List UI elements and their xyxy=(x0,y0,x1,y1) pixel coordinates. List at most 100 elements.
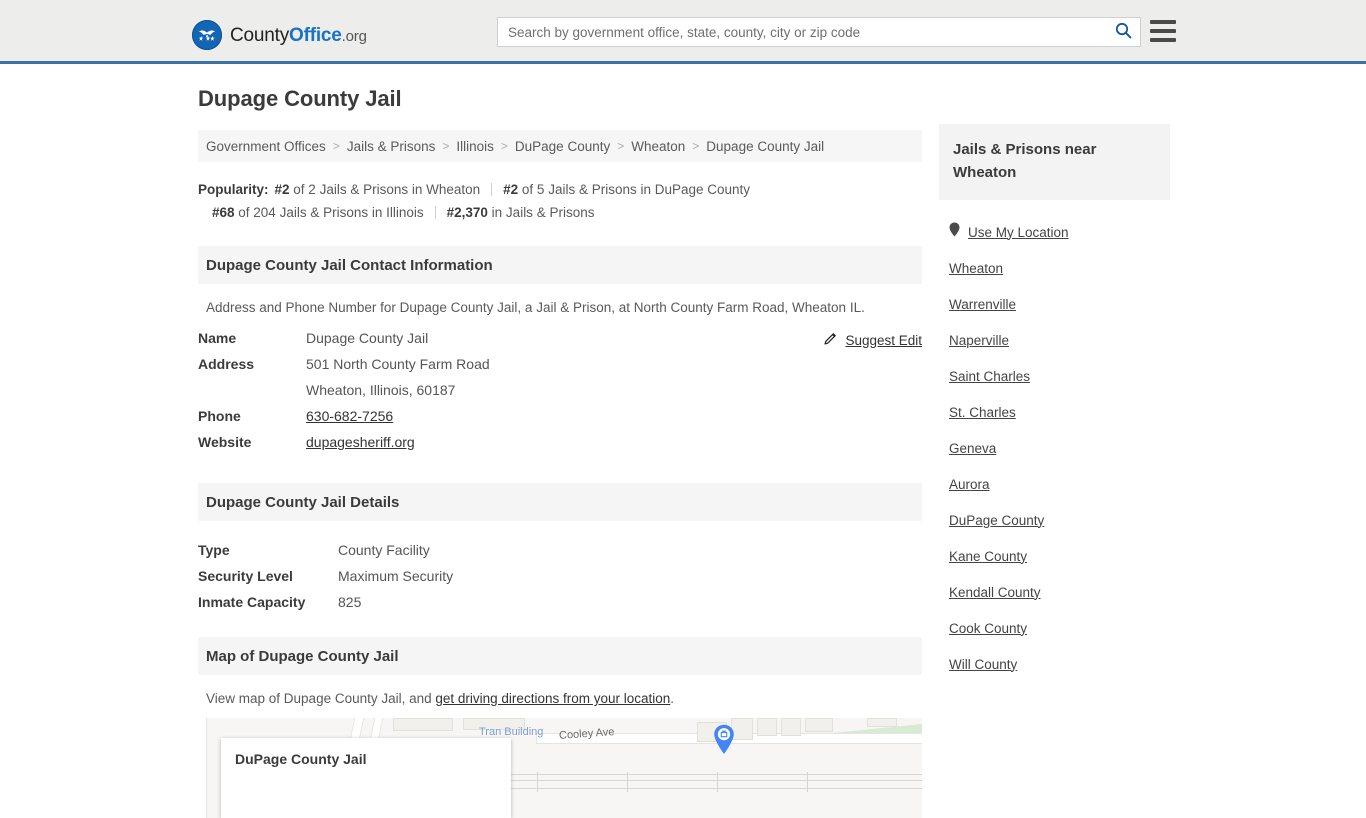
sidebar-link[interactable]: Geneva xyxy=(949,441,996,456)
page-body: Dupage County Jail Government Offices > … xyxy=(0,64,1366,818)
sidebar-item-st-charles[interactable]: St. Charles xyxy=(949,394,1170,430)
popularity-item-wheaton: #2 of 2 Jails & Prisons in Wheaton xyxy=(274,182,481,197)
logo-text-org: .org xyxy=(341,27,367,45)
sidebar-heading: Jails & Prisons near Wheaton xyxy=(939,124,1170,200)
table-row: Type County Facility xyxy=(198,537,922,563)
contact-key-name: Name xyxy=(198,330,237,346)
contact-key-blank xyxy=(198,377,306,403)
hamburger-menu-button[interactable] xyxy=(1150,20,1176,42)
sidebar-link[interactable]: Wheaton xyxy=(949,261,1003,276)
page-title: Dupage County Jail xyxy=(198,86,402,111)
breadcrumb-separator-icon: > xyxy=(617,139,625,153)
sidebar-item-dupage-county[interactable]: DuPage County xyxy=(949,502,1170,538)
table-row: Address 501 North County Farm Road xyxy=(198,351,922,377)
sidebar-item-will-county[interactable]: Will County xyxy=(949,646,1170,682)
popularity-row-2: #68 of 204 Jails & Prisons in Illinois #2… xyxy=(198,201,898,224)
sidebar-item-cook-county[interactable]: Cook County xyxy=(949,610,1170,646)
map-info-card-title: DuPage County Jail xyxy=(235,751,367,767)
map-panel: Map of Dupage County Jail View map of Du… xyxy=(198,637,922,818)
driving-directions-link[interactable]: get driving directions from your locatio… xyxy=(435,691,670,706)
details-key-inmate-capacity: Inmate Capacity xyxy=(198,594,306,610)
table-row: Inmate Capacity 825 xyxy=(198,589,922,615)
website-link[interactable]: dupagesheriff.org xyxy=(306,434,415,450)
breadcrumb-item-government-offices[interactable]: Government Offices xyxy=(206,139,326,154)
use-my-location-link[interactable]: Use My Location xyxy=(968,225,1069,240)
edit-pencil-icon xyxy=(823,331,838,349)
contact-value-phone: 630-682-7256 xyxy=(306,403,922,429)
map-label-building: Tran Building xyxy=(479,726,544,738)
contact-panel-heading: Dupage County Jail Contact Information xyxy=(198,246,922,284)
map-note-before: View map of Dupage County Jail, and xyxy=(206,691,436,706)
logo-text-county: County xyxy=(230,24,290,46)
details-key-security-level: Security Level xyxy=(198,568,293,584)
map-railway-tie xyxy=(627,772,628,792)
popularity-item-illinois: #68 of 204 Jails & Prisons in Illinois xyxy=(212,205,424,220)
search-input[interactable] xyxy=(498,18,1106,46)
map-building xyxy=(393,718,453,731)
phone-link[interactable]: 630-682-7256 xyxy=(306,408,393,424)
breadcrumb-separator-icon: > xyxy=(332,139,340,153)
sidebar-link[interactable]: Saint Charles xyxy=(949,369,1030,384)
map-panel-heading: Map of Dupage County Jail xyxy=(198,637,922,675)
details-value-type: County Facility xyxy=(338,542,430,558)
contact-key-website: Website xyxy=(198,434,252,450)
sidebar-item-kendall-county[interactable]: Kendall County xyxy=(949,574,1170,610)
map-railway xyxy=(457,788,922,789)
site-logo-text: CountyOffice.org xyxy=(230,26,367,45)
table-row: Name Dupage County Jail xyxy=(198,325,922,351)
map-railway xyxy=(457,774,922,775)
hamburger-menu-icon-bar xyxy=(1150,38,1176,42)
breadcrumb-item-jails-prisons[interactable]: Jails & Prisons xyxy=(347,139,436,154)
sidebar-item-geneva[interactable]: Geneva xyxy=(949,430,1170,466)
map-embed[interactable]: Tran Building Cooley Ave DuPage County J… xyxy=(206,718,922,818)
sidebar-item-wheaton[interactable]: Wheaton xyxy=(949,250,1170,286)
details-panel-heading: Dupage County Jail Details xyxy=(198,483,922,521)
details-key-type: Type xyxy=(198,542,230,558)
sidebar-link[interactable]: Kane County xyxy=(949,549,1027,564)
map-building xyxy=(781,718,801,736)
sidebar-link[interactable]: St. Charles xyxy=(949,405,1016,420)
sidebar-link[interactable]: Will County xyxy=(949,657,1017,672)
map-info-card[interactable]: DuPage County Jail xyxy=(221,738,511,818)
main-content: Dupage County Jail Government Offices > … xyxy=(198,86,922,818)
sidebar-item-kane-county[interactable]: Kane County xyxy=(949,538,1170,574)
contact-value-address-line1: 501 North County Farm Road xyxy=(306,356,490,372)
contact-key-phone: Phone xyxy=(198,408,241,424)
contact-value-address-line2: Wheaton, Illinois, 60187 xyxy=(306,382,456,398)
suggest-edit-button[interactable]: Suggest Edit xyxy=(823,331,922,349)
breadcrumb-item-illinois[interactable]: Illinois xyxy=(456,139,494,154)
contact-value-website: dupagesheriff.org xyxy=(306,429,922,455)
table-row: Phone 630-682-7256 xyxy=(198,403,922,429)
breadcrumb-item-wheaton[interactable]: Wheaton xyxy=(631,139,685,154)
sidebar-item-naperville[interactable]: Naperville xyxy=(949,322,1170,358)
sidebar-link[interactable]: Warrenville xyxy=(949,297,1016,312)
contact-description: Address and Phone Number for Dupage Coun… xyxy=(206,300,865,315)
map-note: View map of Dupage County Jail, and get … xyxy=(206,691,922,706)
search-bar[interactable] xyxy=(497,17,1141,47)
sidebar-item-aurora[interactable]: Aurora xyxy=(949,466,1170,502)
sidebar-link[interactable]: DuPage County xyxy=(949,513,1044,528)
map-road-vertical xyxy=(350,718,364,740)
sidebar-link[interactable]: Kendall County xyxy=(949,585,1041,600)
sidebar-link[interactable]: Aurora xyxy=(949,477,990,492)
sidebar-item-saint-charles[interactable]: Saint Charles xyxy=(949,358,1170,394)
sidebar-link[interactable]: Naperville xyxy=(949,333,1009,348)
breadcrumb-separator-icon: > xyxy=(692,139,700,153)
search-button[interactable] xyxy=(1106,18,1140,46)
map-building xyxy=(867,718,897,727)
breadcrumb-item-dupage-county[interactable]: DuPage County xyxy=(515,139,610,154)
table-row: Wheaton, Illinois, 60187 xyxy=(198,377,922,403)
breadcrumb-item-current: Dupage County Jail xyxy=(706,138,825,154)
suggest-edit-label: Suggest Edit xyxy=(845,332,922,348)
details-table: Type County Facility Security Level Maxi… xyxy=(198,537,922,615)
site-logo[interactable]: CountyOffice.org xyxy=(192,20,367,50)
sidebar-item-use-my-location[interactable]: Use My Location xyxy=(949,214,1170,250)
popularity-divider xyxy=(491,183,493,196)
map-railway-tie xyxy=(717,772,718,792)
sidebar-item-warrenville[interactable]: Warrenville xyxy=(949,286,1170,322)
breadcrumb-separator-icon: > xyxy=(500,139,508,153)
map-pin-icon[interactable] xyxy=(713,724,734,754)
sidebar-link[interactable]: Cook County xyxy=(949,621,1027,636)
logo-text-office: Office xyxy=(289,24,342,46)
popularity-item-national: #2,370 in Jails & Prisons xyxy=(446,205,595,220)
